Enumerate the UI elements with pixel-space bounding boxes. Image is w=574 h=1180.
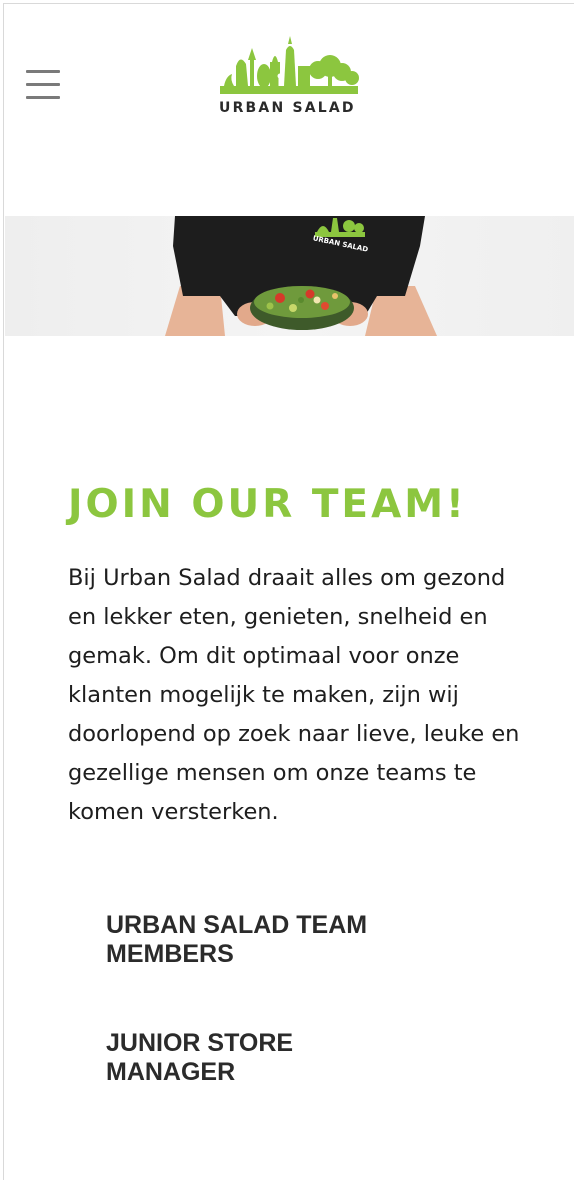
job-link-team-members[interactable]: URBAN SALAD TEAM MEMBERS (106, 911, 426, 969)
menu-bar (26, 83, 60, 86)
menu-bar (26, 96, 60, 99)
intro-paragraph: Bij Urban Salad draait alles om gezond e… (68, 565, 520, 825)
hamburger-menu-icon[interactable] (26, 68, 62, 110)
salad-bowl-photo-illustration: URBAN SALAD (165, 216, 437, 336)
logo-text: URBAN SALAD (219, 100, 356, 116)
page: URBAN SALAD URBAN SALAD JOIN OUR TEAM! B… (3, 3, 574, 1180)
urban-salad-logo[interactable]: URBAN SALAD (214, 36, 364, 122)
menu-bar (26, 70, 60, 73)
page-title: JOIN OUR TEAM! (68, 482, 467, 527)
city-skyline-icon (220, 36, 359, 94)
hero-image: URBAN SALAD (5, 216, 574, 336)
job-link-junior-store-manager[interactable]: JUNIOR STORE MANAGER (106, 1029, 426, 1087)
